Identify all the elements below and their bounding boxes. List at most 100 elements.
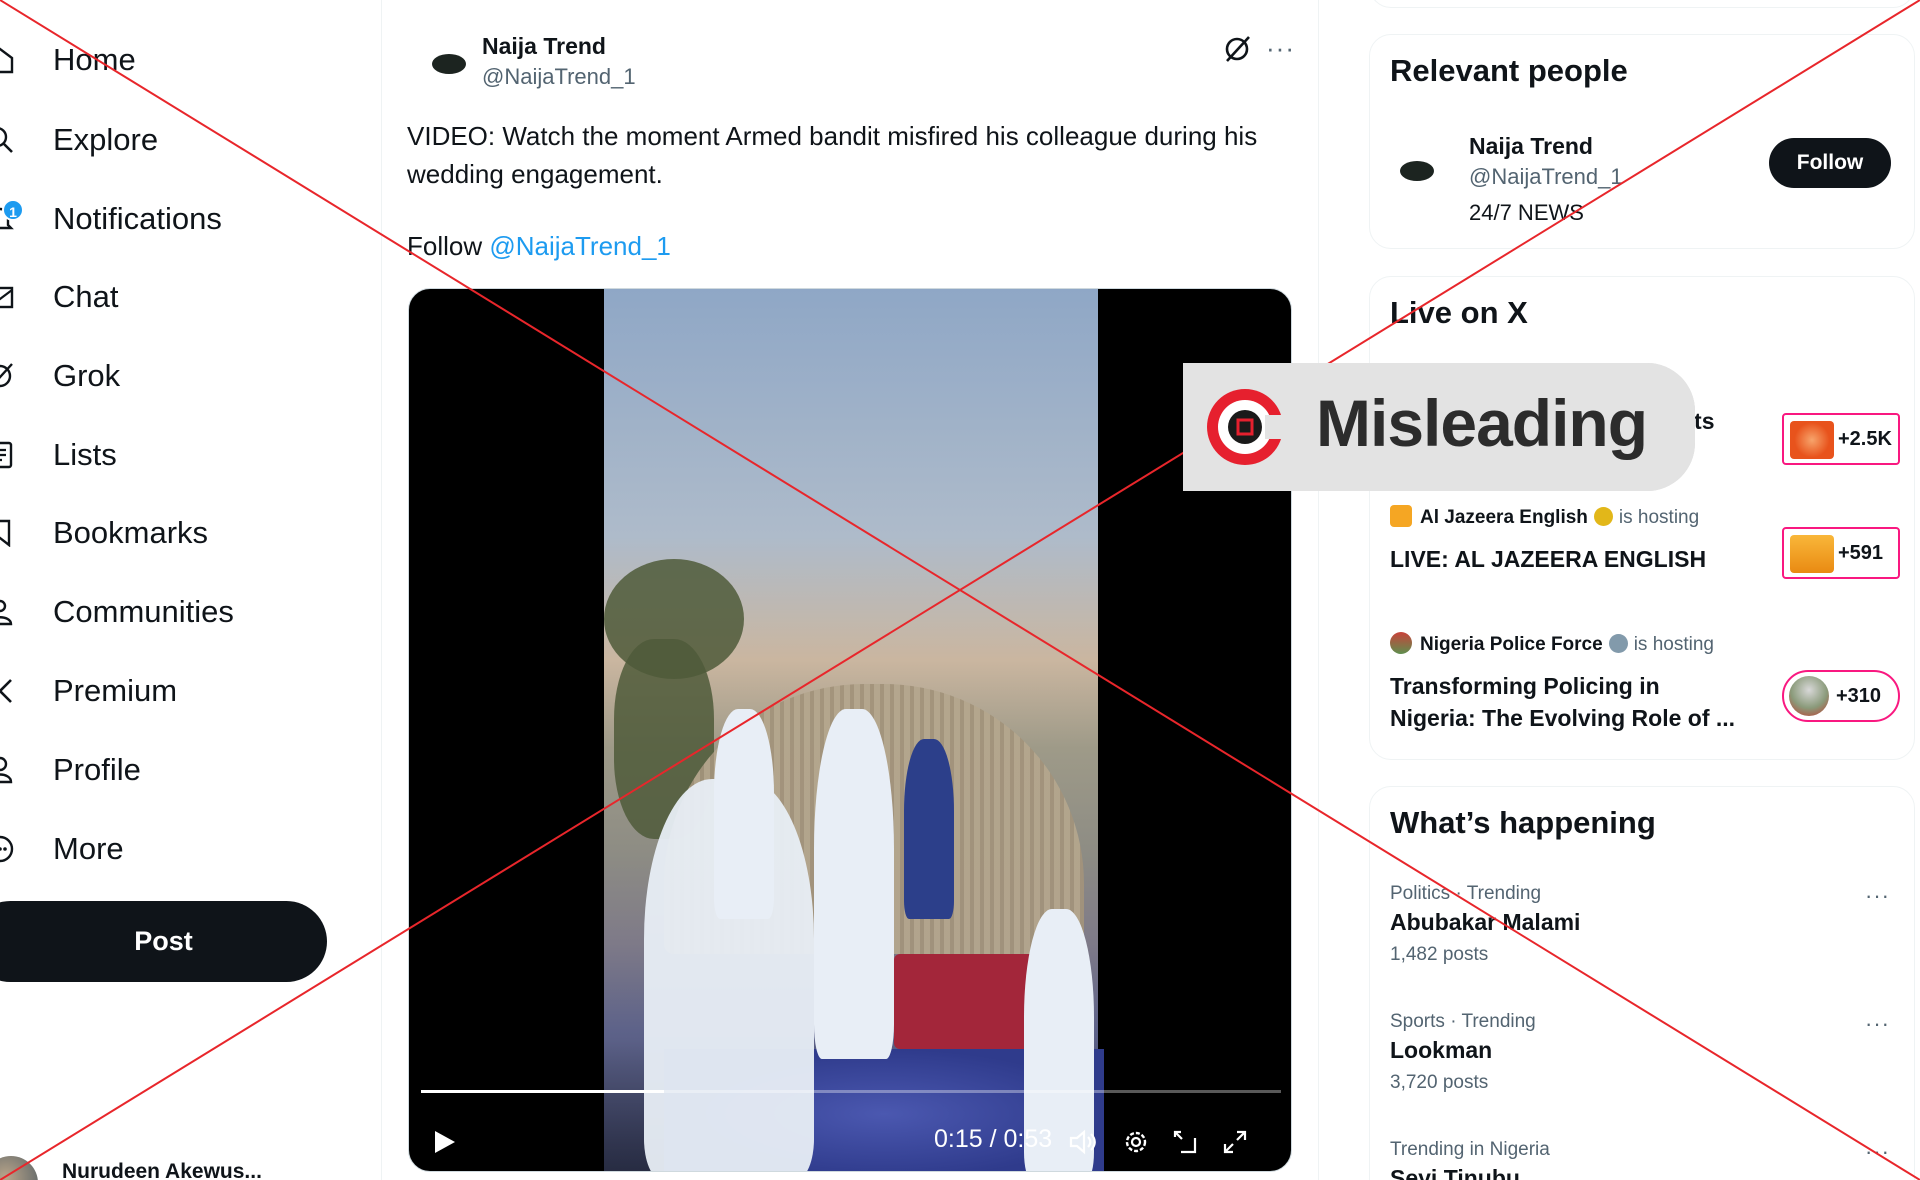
tweet-follow-line: Follow @NaijaTrend_1 [407,231,671,262]
primary-navigation: Home Explore 1 Notifications Chat Grok L… [0,0,382,1180]
list-icon [0,441,14,469]
author-name[interactable]: Naija Trend [482,33,606,60]
play-icon[interactable] [429,1127,459,1157]
video-progress-bar[interactable] [421,1090,1281,1093]
trend-category: Trending in Nigeria [1390,1139,1550,1160]
trend-category: Politics · Trending [1390,883,1542,904]
post-button[interactable]: Post [0,901,327,982]
grok-icon[interactable] [1222,34,1252,64]
live-host-thumbnail [1789,676,1829,716]
tweet-follow-prefix: Follow [407,231,490,261]
live-hosting-label: is hosting [1633,634,1714,655]
fullscreen-icon[interactable] [1220,1127,1250,1157]
nav-label-grok: Grok [53,358,121,393]
nav-label-chat: Chat [53,279,119,314]
account-avatar[interactable] [0,1156,38,1180]
nav-label-lists: Lists [53,437,117,472]
live-host-thumbnail [1790,421,1834,459]
trend-post-count: 1,482 posts [1390,944,1489,965]
more-circle-icon [0,835,14,863]
trend-title: Seyi Tinubu [1390,1165,1520,1180]
person-icon [0,756,14,784]
author-avatar[interactable] [420,36,476,92]
live-on-x-card: Live on X nts +2.5K Al Jazeera English is… [1369,276,1915,760]
live-host-name: Al Jazeera English [1420,507,1588,528]
settings-gear-icon[interactable] [1121,1127,1151,1157]
video-frame [604,289,1104,1171]
live-item[interactable]: Al Jazeera English is hosting LIVE: AL JA… [1390,505,1900,605]
live-hosting-label: is hosting [1618,507,1700,528]
person-avatar[interactable] [1388,143,1444,199]
nav-label-communities: Communities [53,594,234,629]
grok-icon [0,362,14,390]
trend-category: Sports · Trending [1390,1011,1536,1032]
relevant-people-title: Relevant people [1390,53,1628,88]
nav-label-explore: Explore [53,122,159,157]
nav-label-home: Home [53,42,136,77]
relevant-people-card: Relevant people Naija Trend @NaijaTrend_… [1369,34,1915,249]
nav-label-premium: Premium [53,673,178,708]
trend-title: Lookman [1390,1037,1493,1063]
nav-label-profile: Profile [53,752,141,787]
communities-icon [0,598,14,626]
live-item[interactable]: Nigeria Police Force is hosting Transform… [1390,632,1900,742]
fact-check-logo-icon [1203,385,1287,469]
tweet-mention-link[interactable]: @NaijaTrend_1 [489,231,671,261]
live-on-x-title: Live on X [1390,295,1528,330]
nav-label-more: More [53,831,124,866]
picture-in-picture-icon[interactable] [1170,1127,1200,1157]
tweet-text: VIDEO: Watch the moment Armed bandit mis… [407,121,1258,189]
video-player[interactable]: 0:15 / 0:53 [408,288,1292,1172]
whats-happening-title: What’s happening [1390,805,1656,840]
video-progress-fill [421,1090,665,1093]
verified-badge-icon [1593,507,1613,526]
live-listeners-pill[interactable]: +591 [1782,527,1900,579]
al-jazeera-logo-icon [1390,505,1412,527]
trend-item[interactable]: Sports · Trending Lookman 3,720 posts ··… [1390,1011,1900,1094]
misleading-label: Misleading [1183,363,1695,491]
more-options-icon[interactable]: ··· [1865,883,1890,909]
person-bio: 24/7 NEWS [1469,200,1584,225]
trend-post-count: 3,720 posts [1390,1072,1489,1093]
live-host[interactable]: Al Jazeera English is hosting [1390,505,1699,529]
live-listeners-count: +591 [1838,542,1884,564]
right-sidebar: Relevant people Naija Trend @NaijaTrend_… [1319,0,1920,1180]
trend-item[interactable]: Trending in Nigeria Seyi Tinubu ··· [1390,1139,1900,1180]
notification-count-badge: 1 [2,199,24,221]
live-listeners-count: +2.5K [1838,428,1892,450]
live-item-title: LIVE: AL JAZEERA ENGLISH [1390,546,1707,572]
person-name[interactable]: Naija Trend [1469,133,1593,160]
nav-label-notifications: Notifications [53,201,222,236]
search-card-edge [1369,0,1915,8]
home-icon [0,46,14,74]
x-logo-icon [0,677,14,705]
more-options-icon[interactable]: ··· [1865,1011,1890,1037]
volume-icon[interactable] [1067,1127,1097,1157]
live-host-thumbnail [1790,535,1834,573]
live-host[interactable]: Nigeria Police Force is hosting [1390,632,1714,656]
author-handle[interactable]: @NaijaTrend_1 [482,64,636,90]
live-item-title-line-2: Nigeria: The Evolving Role of ... [1390,705,1736,731]
live-listeners-pill[interactable]: +2.5K [1782,413,1900,465]
account-name[interactable]: Nurudeen Akewus... [62,1160,262,1180]
live-item-title-line-1: Transforming Policing in [1390,673,1660,699]
follow-button[interactable]: Follow [1769,138,1891,188]
person-handle[interactable]: @NaijaTrend_1 [1469,164,1623,190]
trend-title: Abubakar Malami [1390,909,1581,935]
video-time: 0:15 / 0:53 [934,1125,1053,1153]
live-listeners-pill[interactable]: +310 [1782,670,1900,722]
verified-badge-icon [1608,634,1628,653]
more-options-icon[interactable]: ··· [1266,35,1295,61]
tweet-detail: Naija Trend @NaijaTrend_1 ··· VIDEO: Wat… [382,0,1319,1180]
live-listeners-count: +310 [1836,685,1882,707]
more-options-icon[interactable]: ··· [1865,1139,1890,1165]
police-logo-icon [1390,632,1412,654]
nav-label-bookmarks: Bookmarks [53,515,209,550]
misleading-label-text: Misleading [1316,386,1648,460]
mail-icon [0,283,14,311]
live-host-name: Nigeria Police Force [1420,634,1603,655]
trend-item[interactable]: Politics · Trending Abubakar Malami 1,48… [1390,883,1900,966]
whats-happening-card: What’s happening Politics · Trending Abu… [1369,786,1915,1180]
search-icon [0,126,14,154]
bookmark-icon [0,519,14,548]
